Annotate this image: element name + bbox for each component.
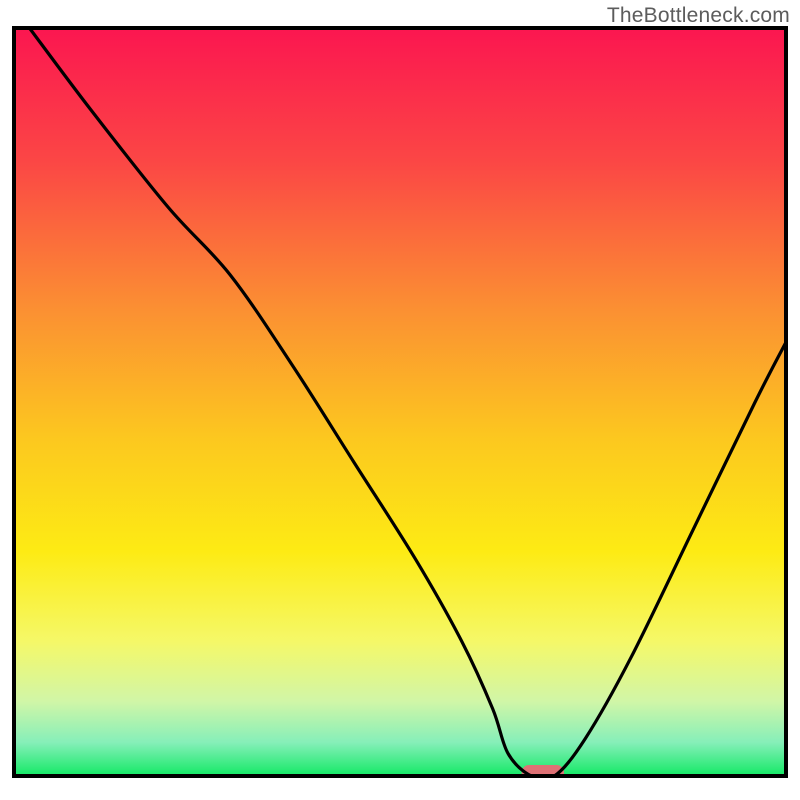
bottleneck-chart [0, 0, 800, 800]
chart-container: TheBottleneck.com [0, 0, 800, 800]
watermark-text: TheBottleneck.com [607, 4, 790, 28]
gradient-background [14, 28, 786, 776]
